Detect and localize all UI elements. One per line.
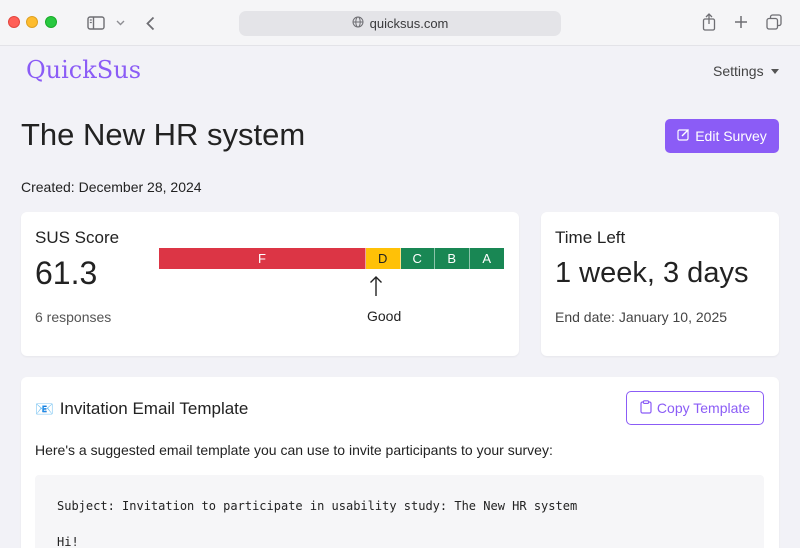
globe-icon: [352, 16, 364, 31]
url-text: quicksus.com: [369, 16, 449, 31]
email-template-card: 📧 Invitation Email Template Copy Templat…: [21, 377, 779, 548]
new-tab-icon[interactable]: [732, 13, 750, 31]
edit-survey-label: Edit Survey: [695, 128, 767, 144]
page-title: The New HR system: [21, 117, 306, 152]
sus-score-card: SUS Score 61.3 6 responses FDCBA Good: [21, 212, 519, 356]
settings-dropdown[interactable]: Settings: [713, 63, 779, 79]
browser-toolbar: quicksus.com: [0, 0, 800, 46]
email-intro-text: Here's a suggested email template you ca…: [35, 442, 553, 458]
tab-overview-icon[interactable]: [765, 13, 783, 31]
clipboard-icon: [640, 399, 652, 417]
sus-card-title: SUS Score: [35, 228, 120, 247]
share-icon[interactable]: [700, 12, 718, 32]
grade-segment-b: B: [435, 248, 470, 269]
response-count: 6 responses: [35, 309, 112, 325]
edit-icon: [677, 128, 690, 144]
close-window-button[interactable]: [8, 16, 20, 28]
email-icon: 📧: [35, 401, 54, 418]
email-title-text: Invitation Email Template: [59, 399, 249, 418]
end-date: End date: January 10, 2025: [555, 309, 728, 325]
sidebar-toggle-icon[interactable]: [86, 14, 106, 32]
grade-segment-a: A: [469, 248, 504, 269]
grade-marker-label: Good: [367, 308, 402, 324]
brand-logo[interactable]: QuickSus: [26, 56, 141, 84]
arrow-up-icon: [369, 275, 383, 302]
copy-template-button[interactable]: Copy Template: [626, 391, 764, 425]
grade-segment-f: F: [159, 248, 366, 269]
time-left-value: 1 week, 3 days: [555, 257, 749, 289]
zoom-window-button[interactable]: [45, 16, 57, 28]
time-left-card: Time Left 1 week, 3 days End date: Janua…: [541, 212, 779, 356]
chevron-down-icon[interactable]: [114, 16, 126, 30]
email-template-body: Subject: Invitation to participate in us…: [35, 475, 764, 548]
caret-down-icon: [770, 68, 779, 74]
sus-score-value: 61.3: [35, 255, 98, 291]
settings-label: Settings: [713, 63, 764, 79]
email-card-title: 📧 Invitation Email Template: [35, 399, 248, 419]
edit-survey-button[interactable]: Edit Survey: [665, 119, 779, 153]
back-arrow-icon[interactable]: [142, 13, 158, 33]
minimize-window-button[interactable]: [26, 16, 38, 28]
grade-segment-c: C: [400, 248, 435, 269]
time-card-title: Time Left: [555, 228, 626, 247]
address-bar[interactable]: quicksus.com: [239, 11, 561, 36]
created-date: Created: December 28, 2024: [21, 179, 202, 195]
grade-scale-bar: FDCBA: [159, 248, 504, 269]
grade-segment-d: D: [366, 248, 401, 269]
copy-template-label: Copy Template: [656, 400, 751, 416]
